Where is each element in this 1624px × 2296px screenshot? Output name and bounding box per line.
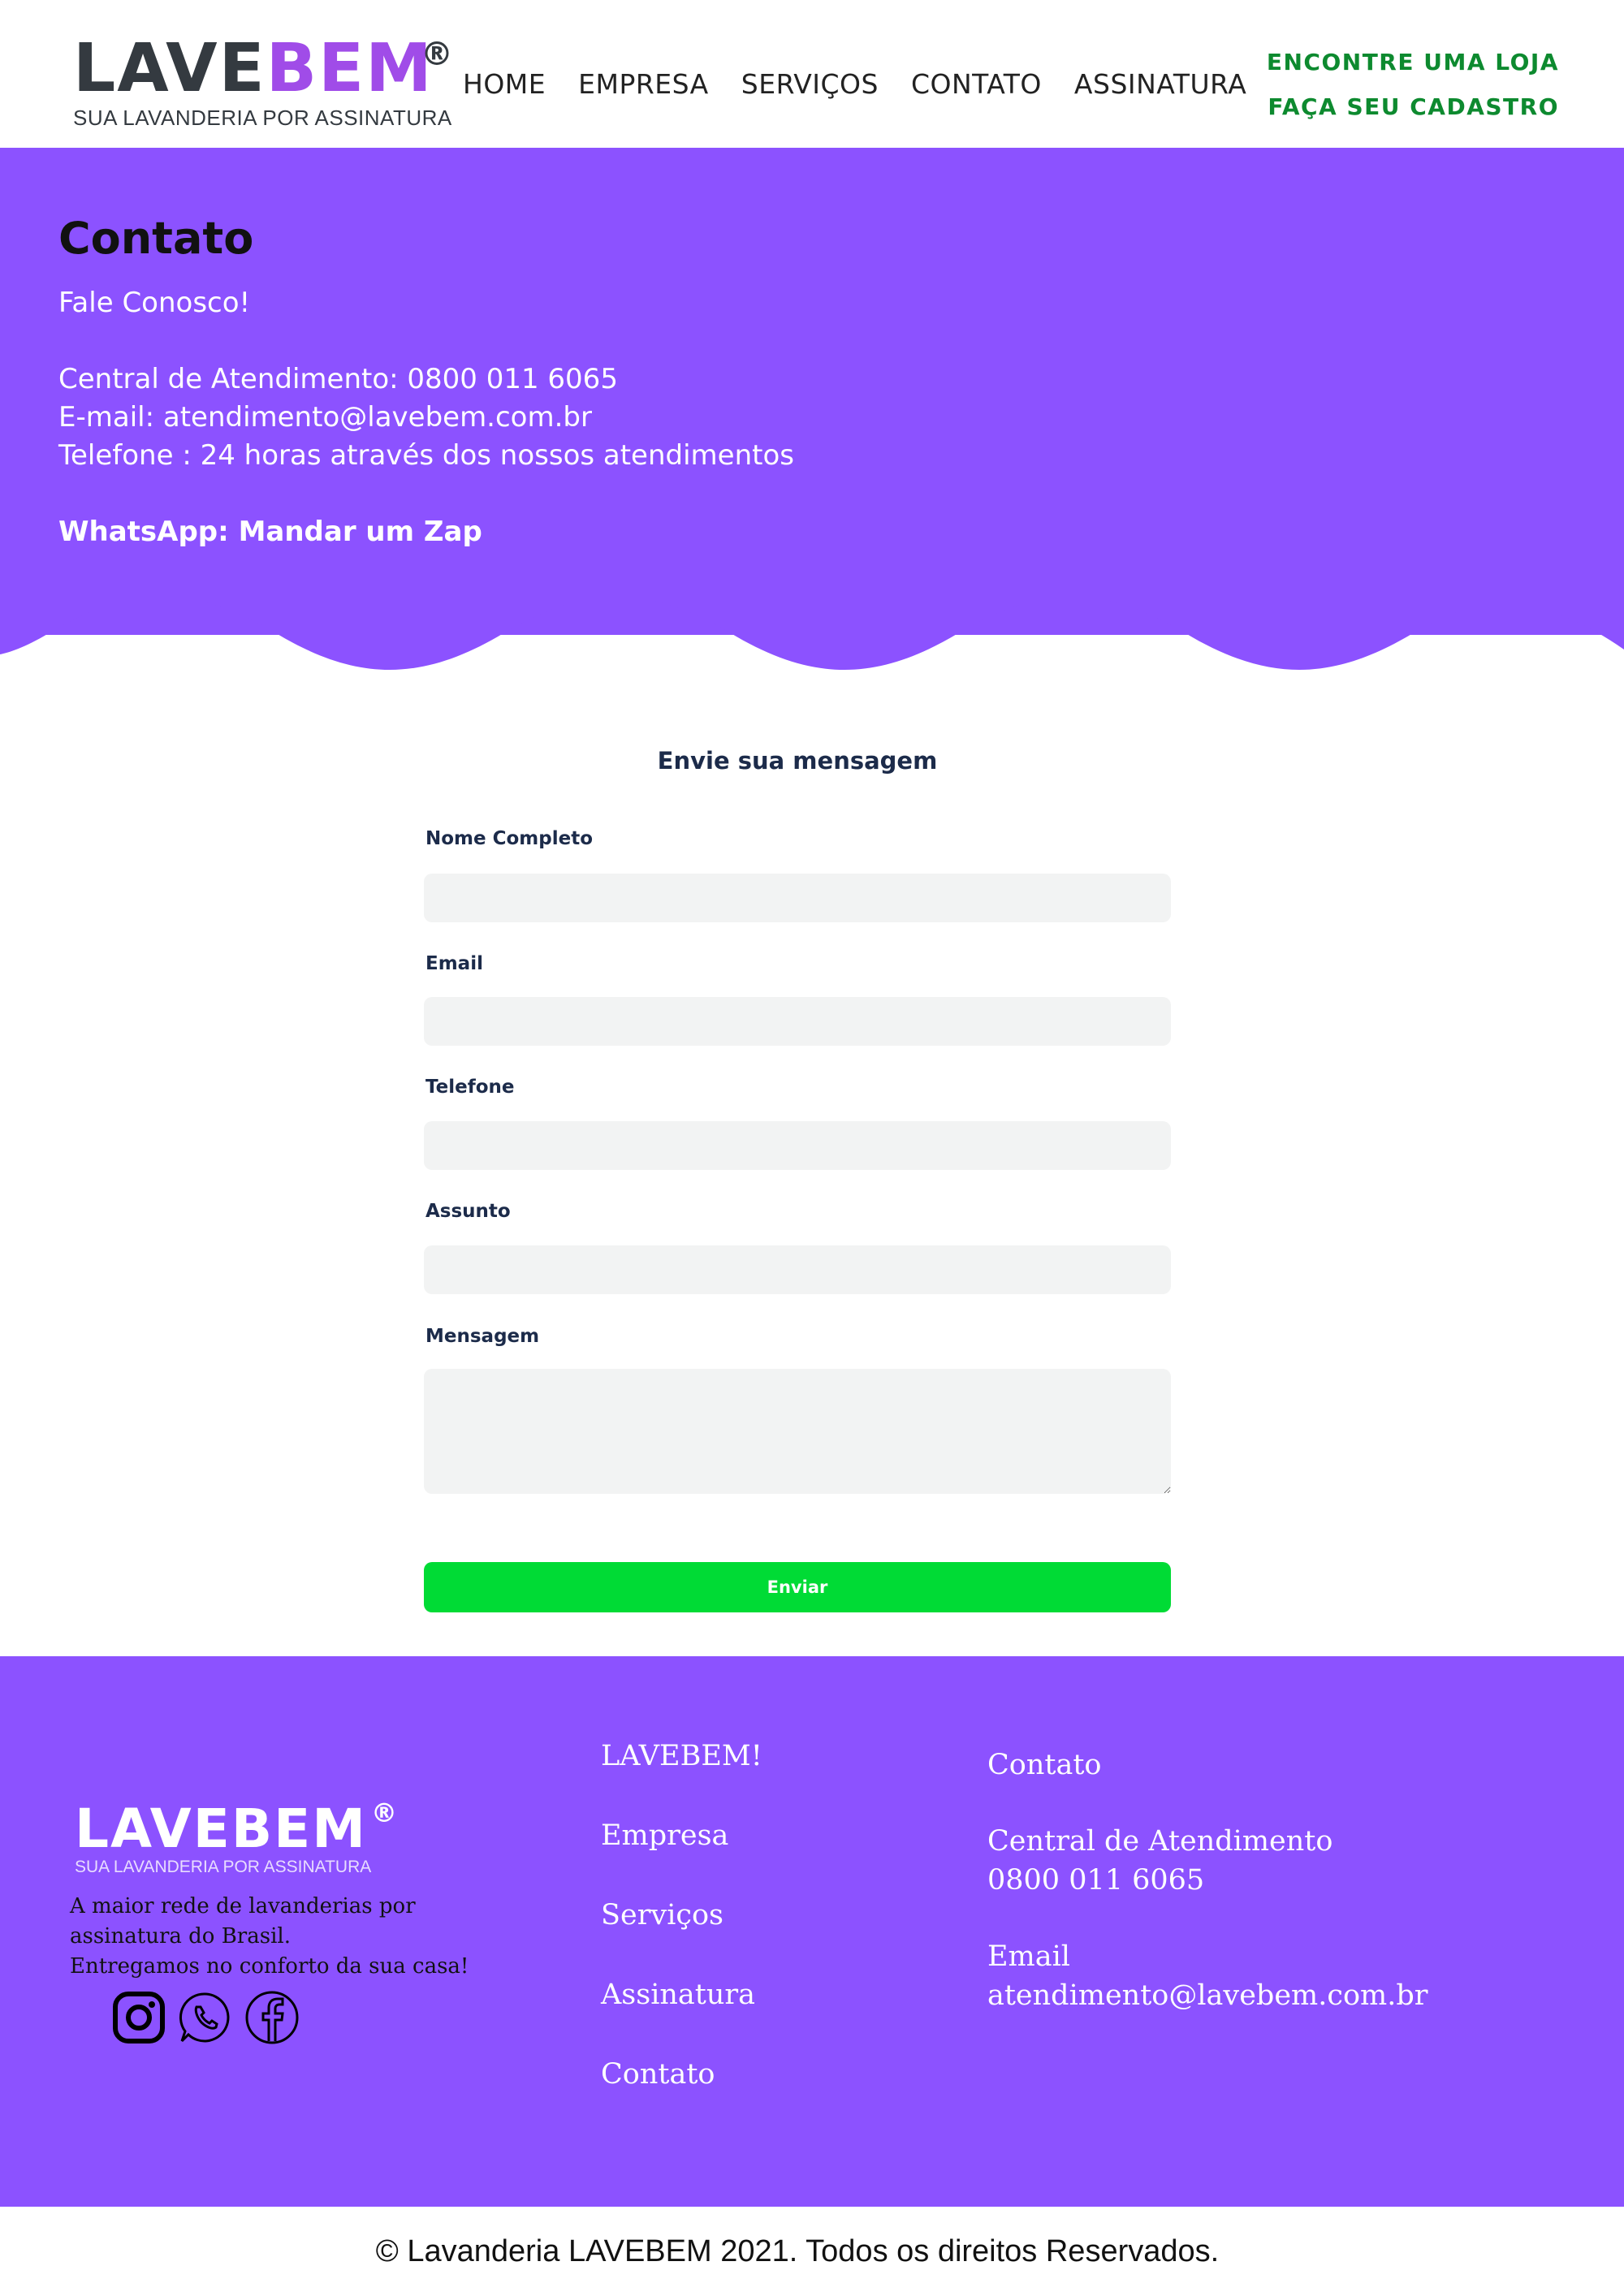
footer-desc-line: Entregamos no conforto da sua casa! (70, 1954, 469, 1979)
hero-email: E-mail: atendimento@lavebem.com.br (58, 401, 592, 434)
footer-desc-line: A maior rede de lavanderias por (70, 1894, 416, 1918)
subject-input[interactable] (424, 1245, 1171, 1294)
footer-contact-title: Contato (987, 1749, 1102, 1781)
logo-text-bem: BEM (266, 30, 434, 107)
site-header: LAVEBEM ® SUA LAVANDERIA POR ASSINATURA … (0, 0, 1624, 148)
nav-empresa[interactable]: EMPRESA (578, 68, 709, 100)
form-title: Envie sua mensagem (657, 747, 938, 775)
footer-link-servicos[interactable]: Serviços (601, 1897, 762, 1934)
nav-contato[interactable]: CONTATO (911, 68, 1042, 100)
header-cta: ENCONTRE UMA LOJA FAÇA SEU CADASTRO (1267, 49, 1559, 138)
footer-contact: Contato Central de Atendimento 0800 011 … (987, 1746, 1427, 2015)
message-label: Mensagem (425, 1326, 540, 1347)
contact-info: Fale Conosco! Central de Atendimento: 08… (58, 284, 794, 551)
social-links (110, 1989, 300, 2046)
footer-logo-tagline: SUA LAVANDERIA POR ASSINATURA (75, 1858, 372, 1876)
nav-home[interactable]: HOME (463, 68, 546, 100)
facebook-icon[interactable] (244, 1989, 300, 2046)
page-title: Contato (58, 213, 254, 264)
hero-central: Central de Atendimento: 0800 011 6065 (58, 363, 618, 395)
email-label: Email (425, 953, 483, 974)
phone-label: Telefone (425, 1077, 515, 1098)
wave-divider (0, 601, 1624, 670)
site-logo[interactable]: LAVEBEM ® SUA LAVANDERIA POR ASSINATURA (73, 36, 453, 131)
contact-hero: Contato Fale Conosco! Central de Atendim… (0, 148, 1624, 635)
whatsapp-icon[interactable] (177, 1989, 234, 2046)
name-input[interactable] (424, 874, 1171, 922)
footer-registered-mark: ® (371, 1798, 397, 1828)
hero-phone: Telefone : 24 horas através dos nossos a… (58, 439, 794, 472)
footer-link-contato[interactable]: Contato (601, 2056, 762, 2093)
footer-email-label: Email (987, 1940, 1070, 1973)
footer-link-assinatura[interactable]: Assinatura (601, 1976, 762, 2013)
email-input[interactable] (424, 997, 1171, 1046)
footer-links: LAVEBEM! Empresa Serviços Assinatura Con… (601, 1737, 762, 2135)
footer-link-lavebem[interactable]: LAVEBEM! (601, 1737, 762, 1775)
footer-description: A maior rede de lavanderias por assinatu… (70, 1892, 469, 1982)
footer-logo[interactable]: LAVEBEM ® SUA LAVANDERIA POR ASSINATURA (75, 1798, 397, 1877)
nav-servicos[interactable]: SERVIÇOS (741, 68, 879, 100)
logo-text-lave: LAVE (73, 30, 266, 107)
instagram-icon[interactable] (110, 1989, 167, 2046)
footer-central-label: Central de Atendimento (987, 1825, 1333, 1858)
phone-input[interactable] (424, 1121, 1171, 1170)
signup-link[interactable]: FAÇA SEU CADASTRO (1267, 93, 1559, 120)
site-footer: LAVEBEM ® SUA LAVANDERIA POR ASSINATURA … (0, 1656, 1624, 2207)
logo-wordmark: LAVEBEM (73, 36, 452, 102)
registered-mark: ® (421, 36, 453, 73)
whatsapp-link[interactable]: WhatsApp: Mandar um Zap (58, 513, 794, 551)
find-store-link[interactable]: ENCONTRE UMA LOJA (1267, 49, 1559, 76)
message-textarea[interactable] (424, 1369, 1171, 1494)
submit-button[interactable]: Enviar (424, 1562, 1171, 1612)
footer-email-link[interactable]: atendimento@lavebem.com.br (987, 1976, 1427, 2015)
main-nav: HOME EMPRESA SERVIÇOS CONTATO ASSINATURA (463, 68, 1246, 100)
copyright: © Lavanderia LAVEBEM 2021. Todos os dire… (375, 2234, 1220, 2268)
hero-subtitle: Fale Conosco! (58, 287, 251, 319)
footer-desc-line: assinatura do Brasil. (70, 1924, 291, 1949)
footer-link-empresa[interactable]: Empresa (601, 1817, 762, 1854)
subject-label: Assunto (425, 1201, 511, 1222)
footer-logo-wordmark: LAVEBEM (75, 1798, 367, 1860)
footer-central-number: 0800 011 6065 (987, 1864, 1205, 1897)
logo-tagline: SUA LAVANDERIA POR ASSINATURA (73, 106, 452, 130)
name-label: Nome Completo (425, 828, 594, 849)
nav-assinatura[interactable]: ASSINATURA (1074, 68, 1246, 100)
